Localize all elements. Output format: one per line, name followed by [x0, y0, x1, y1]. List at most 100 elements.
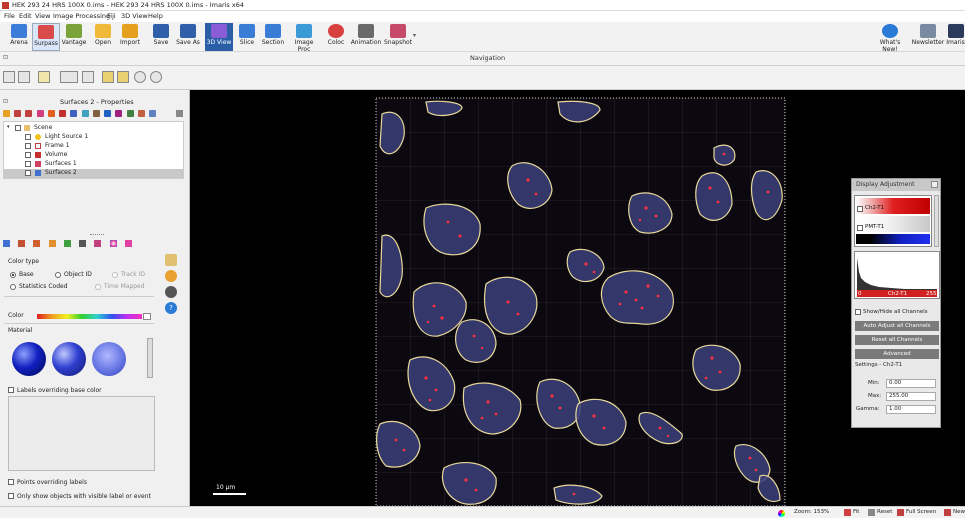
tree-item-surfaces-2[interactable]: Surfaces 2 [4, 169, 183, 178]
add-extra-icon[interactable] [149, 110, 157, 117]
add-tool-icon[interactable] [137, 110, 145, 117]
object-id-radio[interactable] [55, 272, 61, 278]
visibility-checkbox[interactable] [25, 134, 31, 140]
add-frame-icon[interactable] [14, 110, 22, 117]
material-sphere-1[interactable] [12, 342, 46, 376]
close-icon[interactable] [931, 181, 938, 188]
frame-tool-icon[interactable] [82, 71, 94, 83]
reset-label[interactable]: Reset [877, 509, 892, 515]
slice-button[interactable]: Slice [236, 23, 258, 51]
max-field[interactable]: 255.00 [886, 392, 936, 401]
new-label[interactable]: New [953, 509, 965, 515]
time-mapped-radio[interactable] [95, 284, 101, 290]
pin-icon[interactable]: ⊡ [3, 54, 8, 61]
add-ortho-icon[interactable] [126, 110, 134, 117]
tab-extra-icon[interactable] [94, 240, 102, 247]
scene-canvas[interactable] [190, 96, 965, 507]
material-sphere-3[interactable] [92, 342, 126, 376]
lasso-icon[interactable] [38, 71, 50, 83]
newsletter-button[interactable]: Newsletter [911, 23, 945, 51]
coloc-button[interactable]: Coloc [324, 23, 348, 51]
tab-camera-icon[interactable] [124, 240, 132, 247]
visibility-checkbox[interactable] [25, 143, 31, 149]
center-icon[interactable] [134, 71, 146, 83]
animation-button[interactable]: Animation [350, 23, 382, 51]
side-tool-icon-3[interactable] [165, 286, 177, 298]
rotate-icon[interactable] [150, 71, 162, 83]
menu-view[interactable]: View [35, 12, 50, 20]
auto-adjust-button[interactable]: Auto Adjust all Channels [855, 321, 939, 331]
help-icon[interactable]: ? [165, 302, 177, 314]
pencil-tab-icon[interactable] [48, 240, 56, 247]
channel-3-bar[interactable] [856, 234, 930, 244]
fit-label[interactable]: Fit [853, 509, 859, 515]
material-scrollbar[interactable] [147, 338, 153, 378]
visibility-checkbox[interactable] [25, 161, 31, 167]
save-as-button[interactable]: Save As [174, 23, 202, 51]
menu-file[interactable]: File [4, 12, 15, 20]
object-tool-icon[interactable] [60, 71, 78, 83]
reset-channels-button[interactable]: Reset all Channels [855, 335, 939, 345]
base-radio[interactable] [10, 272, 16, 278]
track-id-radio[interactable] [112, 272, 118, 278]
tree-item-frame[interactable]: Frame 1 [4, 142, 183, 151]
add-spots-icon[interactable] [47, 110, 55, 117]
expand-icon[interactable]: ▾ [7, 124, 10, 130]
edit-tab-icon[interactable] [18, 240, 26, 247]
color-tab-icon[interactable] [109, 240, 117, 247]
splitter-handle[interactable] [90, 234, 104, 237]
channel-2-checkbox[interactable] [857, 225, 863, 231]
advanced-button[interactable]: Advanced [855, 349, 939, 359]
only-show-checkbox[interactable] [8, 493, 14, 499]
image-proc-button[interactable]: Image Proc [288, 23, 320, 53]
stats-tab-icon[interactable] [63, 240, 71, 247]
menu-image-processing[interactable]: Image Processing [53, 12, 110, 20]
tree-item-volume[interactable]: Volume [4, 151, 183, 160]
import-button[interactable]: Import [116, 23, 144, 51]
color-wheel-icon[interactable] [778, 510, 785, 517]
min-field[interactable]: 0.00 [886, 379, 936, 388]
fit-icon[interactable] [102, 71, 114, 83]
whats-new-button[interactable]: What's New! [872, 23, 908, 53]
snapshot-button[interactable]: Snapshot [384, 23, 412, 51]
gamma-field[interactable]: 1.00 [886, 405, 936, 414]
save-button[interactable]: Save [150, 23, 172, 51]
3d-viewer[interactable]: 10 µm [190, 96, 965, 507]
create-tab-icon[interactable] [3, 240, 10, 247]
labels-overriding-checkbox[interactable] [8, 387, 14, 393]
add-measurement-icon[interactable] [92, 110, 100, 117]
visibility-checkbox[interactable] [25, 170, 31, 176]
panel-pin-icon[interactable]: ⊡ [3, 98, 8, 105]
add-group-icon[interactable] [115, 110, 123, 117]
settings-tab-icon[interactable] [79, 240, 87, 247]
zoom-icon[interactable] [117, 71, 129, 83]
channel-scrollbar[interactable] [934, 195, 939, 247]
arena-button[interactable]: Arena [6, 23, 32, 51]
visibility-checkbox[interactable] [25, 152, 31, 158]
tree-item-light[interactable]: Light Source 1 [4, 133, 183, 142]
menu-3d-view[interactable]: 3D View [121, 12, 148, 20]
imaris-button[interactable]: Imaris [946, 23, 965, 51]
fit-icon[interactable] [844, 509, 851, 516]
color-spectrum-slider[interactable] [37, 314, 142, 319]
menu-edit[interactable]: Edit [19, 12, 32, 20]
color-swatch[interactable] [143, 313, 151, 320]
tree-item-scene[interactable]: ▾ Scene [4, 124, 183, 133]
3d-view-button[interactable]: 3D View [205, 23, 233, 51]
labels-list[interactable] [8, 396, 155, 471]
add-surfaces-icon[interactable] [59, 110, 67, 117]
material-sphere-2[interactable] [52, 342, 86, 376]
add-cells-icon[interactable] [70, 110, 78, 117]
show-hide-checkbox[interactable] [855, 309, 861, 315]
full-screen-icon[interactable] [897, 509, 904, 516]
visibility-checkbox[interactable] [15, 125, 21, 131]
reset-icon[interactable] [868, 509, 875, 516]
add-clipping-icon[interactable] [36, 110, 44, 117]
points-overriding-checkbox[interactable] [8, 479, 14, 485]
vantage-button[interactable]: Vantage [60, 23, 88, 51]
channel-1-checkbox[interactable] [857, 206, 863, 212]
side-tool-icon-2[interactable] [165, 270, 177, 282]
add-filaments-icon[interactable] [81, 110, 89, 117]
stat-coded-radio[interactable] [10, 284, 16, 290]
add-reference-icon[interactable] [104, 110, 112, 117]
